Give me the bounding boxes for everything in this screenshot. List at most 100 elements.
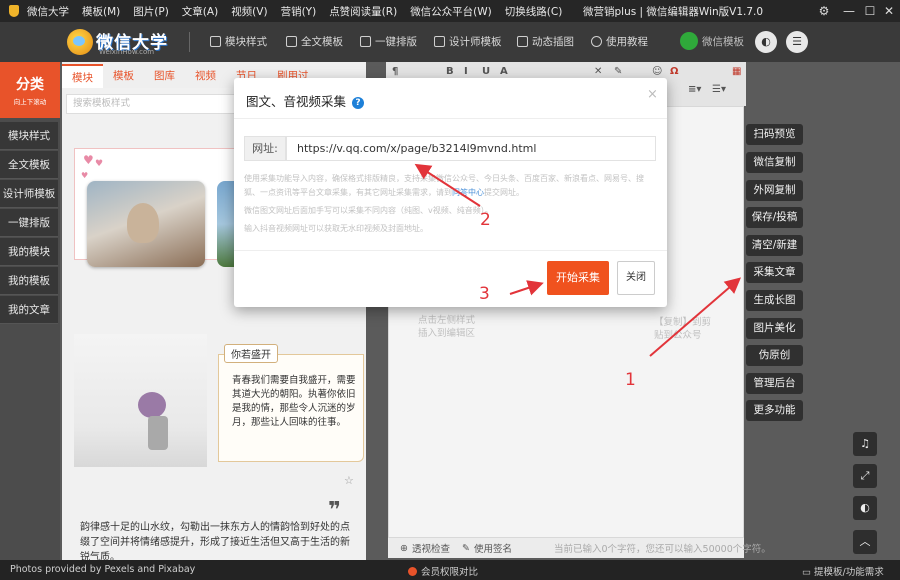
menu-item-likes-reads[interactable]: 点赞阅读量(R) xyxy=(329,4,397,19)
contrast-icon[interactable]: ◐ xyxy=(853,496,877,520)
save-submit-button[interactable]: 保存/投稿 xyxy=(746,207,803,228)
dialog-close-icon[interactable]: × xyxy=(647,87,658,102)
editor-hint-right-line2: 贴到公众号 xyxy=(654,330,702,341)
toolbar-animated-image[interactable]: 动态插图 xyxy=(517,34,574,49)
title-bar: 微信大学 模板(M) 图片(P) 文章(A) 视频(V) 营销(Y) 点赞阅读量… xyxy=(0,0,900,22)
bell-icon[interactable]: ♫ xyxy=(853,432,877,456)
image-beautify-button[interactable]: 图片美化 xyxy=(746,318,803,339)
admin-backend-button[interactable]: 管理后台 xyxy=(746,373,803,394)
menu-item-switch-line[interactable]: 切换线路(C) xyxy=(505,4,563,19)
annotation-number-1: 1 xyxy=(625,370,636,390)
clear-format-icon[interactable]: ✕ xyxy=(594,66,602,77)
tab-template[interactable]: 模板 xyxy=(103,64,144,88)
theme-toggle-icon[interactable]: ◐ xyxy=(755,31,777,53)
toolbar-module-style-label: 模块样式 xyxy=(225,36,267,48)
help-icon[interactable]: ? xyxy=(352,97,364,109)
user-icon xyxy=(408,567,417,576)
grid-icon xyxy=(210,36,221,47)
feature-request-link[interactable]: ▭ 提模板/功能需求 xyxy=(802,564,884,578)
qa-center-link[interactable]: 问答中心 xyxy=(452,188,484,197)
indent-icon[interactable]: ☰▾ xyxy=(712,84,726,95)
strikethrough-icon[interactable]: A xyxy=(500,66,508,77)
toolbar-one-click-layout[interactable]: 一键排版 xyxy=(360,34,417,49)
left-sidebar: 分类 向上下滚动 模块样式 全文模板 设计师模板 一键排版 我的模块 我的模板 … xyxy=(0,62,60,560)
main-toolbar: 微信大学 WeixinHow.com 模块样式 全文模板 一键排版 设计师模板 … xyxy=(0,22,900,62)
emoji-icon[interactable]: ☺ xyxy=(652,66,662,77)
poem-badge: 你若盛开 xyxy=(224,344,278,363)
collect-dialog: 图文、音视频采集 ? × 网址: https://v.qq.com/x/page… xyxy=(234,78,667,307)
editor-hint-right-line1: 【复制】到剪 xyxy=(654,317,712,328)
scroll-up-icon[interactable]: ︿ xyxy=(853,530,877,554)
sidebar-item-one-click-layout[interactable]: 一键排版 xyxy=(0,209,58,237)
character-count: 当前已输入0个字符，您还可以输入50000个字符。 xyxy=(554,544,771,555)
sidebar-item-designer-template[interactable]: 设计师模板 xyxy=(0,180,58,208)
align-icon[interactable]: ≡▾ xyxy=(688,84,701,95)
italic-icon[interactable]: I xyxy=(464,66,468,77)
tab-gallery[interactable]: 图库 xyxy=(144,64,185,88)
dialog-note: 使用采集功能导入内容，确保格式排版精良，支持采集微信公众号、今日头条、百度百家、… xyxy=(244,172,654,236)
menu-item-marketing[interactable]: 营销(Y) xyxy=(281,4,317,19)
poem-text: 青春我们需要自我盛开，需要其道大光的朝阳。执著你依旧是我的情，那些令人沉迷的岁月… xyxy=(232,375,356,428)
annotation-number-3: 3 xyxy=(479,284,490,304)
perspective-check-button[interactable]: ⊕ 透视检查 xyxy=(400,541,450,556)
teddy-bear-photo xyxy=(87,181,205,267)
scan-preview-button[interactable]: 扫码预览 xyxy=(746,124,803,145)
toolbar-designer-template-label: 设计师模板 xyxy=(449,36,502,48)
use-signature-label: 使用签名 xyxy=(473,544,512,555)
dialog-title-text: 图文、音视频采集 xyxy=(246,94,347,109)
collect-article-button[interactable]: 采集文章 xyxy=(746,262,803,283)
font-icon[interactable]: ¶ xyxy=(392,66,398,77)
sidebar-item-my-templates[interactable]: 我的模板 xyxy=(0,267,58,295)
heart-icon: ♥ xyxy=(95,159,104,169)
menu-item-picture[interactable]: 图片(P) xyxy=(133,4,169,19)
minimize-button[interactable]: — xyxy=(840,2,858,20)
tab-module[interactable]: 模块 xyxy=(62,64,103,88)
menu-item-template[interactable]: 模板(M) xyxy=(82,4,120,19)
menu-item-weixin-daxue[interactable]: 微信大学 xyxy=(27,4,69,19)
sidebar-item-my-articles[interactable]: 我的文章 xyxy=(0,296,58,324)
wechat-template-button[interactable]: 微信模板 xyxy=(680,32,744,50)
start-collect-button[interactable]: 开始采集 xyxy=(547,261,609,295)
toolbar-designer-template[interactable]: 设计师模板 xyxy=(434,34,502,49)
bold-icon[interactable]: B xyxy=(446,66,454,77)
toolbar-module-style[interactable]: 模块样式 xyxy=(210,34,267,49)
sidebar-item-my-modules[interactable]: 我的模块 xyxy=(0,238,58,266)
heart-icon: ♥ xyxy=(81,171,89,180)
window-title: 微营销plus | 微信编辑器Win版V1.7.0 xyxy=(583,6,764,18)
wechat-copy-button[interactable]: 微信复制 xyxy=(746,152,803,173)
dialog-close-button[interactable]: 关闭 xyxy=(617,261,655,295)
teddy-bear-shape xyxy=(127,203,159,243)
layout-icon xyxy=(360,36,371,47)
external-copy-button[interactable]: 外网复制 xyxy=(746,180,803,201)
generate-long-image-button[interactable]: 生成长图 xyxy=(746,290,803,311)
use-signature-button[interactable]: ✎ 使用签名 xyxy=(462,541,512,556)
magnifier-icon: ⊕ xyxy=(400,542,408,554)
editor-hint-left-line2: 插入到编辑区 xyxy=(418,328,476,339)
paint-icon[interactable]: ✎ xyxy=(614,66,622,77)
menu-icon[interactable]: ☰ xyxy=(786,31,808,53)
url-input[interactable]: https://v.qq.com/x/page/b3214l9mvnd.html xyxy=(286,136,656,161)
close-window-button[interactable]: ✕ xyxy=(880,2,898,20)
omega-icon[interactable]: Ω xyxy=(670,66,679,77)
toolbar-tutorial[interactable]: 使用教程 xyxy=(591,34,648,49)
maximize-button[interactable]: ☐ xyxy=(861,2,879,20)
clear-new-button[interactable]: 清空/新建 xyxy=(746,235,803,256)
help-circle-icon xyxy=(591,36,602,47)
favorite-star-icon[interactable]: ☆ xyxy=(344,474,354,487)
underline-icon[interactable]: U xyxy=(482,66,490,77)
menu-item-wechat-platform[interactable]: 微信公众平台(W) xyxy=(410,4,492,19)
menu-item-video[interactable]: 视频(V) xyxy=(231,4,267,19)
more-functions-button[interactable]: 更多功能 xyxy=(746,400,803,421)
expand-icon[interactable]: ⤢ xyxy=(853,464,877,488)
member-compare-link[interactable]: 会员权限对比 xyxy=(408,564,478,578)
table-icon[interactable]: ▦ xyxy=(732,66,741,77)
toolbar-full-template[interactable]: 全文模板 xyxy=(286,34,343,49)
settings-icon[interactable]: ⚙ xyxy=(815,2,833,20)
sidebar-item-full-template[interactable]: 全文模板 xyxy=(0,151,58,179)
tab-video[interactable]: 视频 xyxy=(185,64,226,88)
pseudo-original-button[interactable]: 伪原创 xyxy=(746,345,803,366)
menu-item-article[interactable]: 文章(A) xyxy=(182,4,218,19)
sidebar-item-module-style[interactable]: 模块样式 xyxy=(0,122,58,150)
image-icon xyxy=(517,36,528,47)
template-card-poem[interactable]: 你若盛开 青春我们需要自我盛开，需要其道大光的朝阳。执著你依旧是我的情，那些令人… xyxy=(74,334,364,467)
